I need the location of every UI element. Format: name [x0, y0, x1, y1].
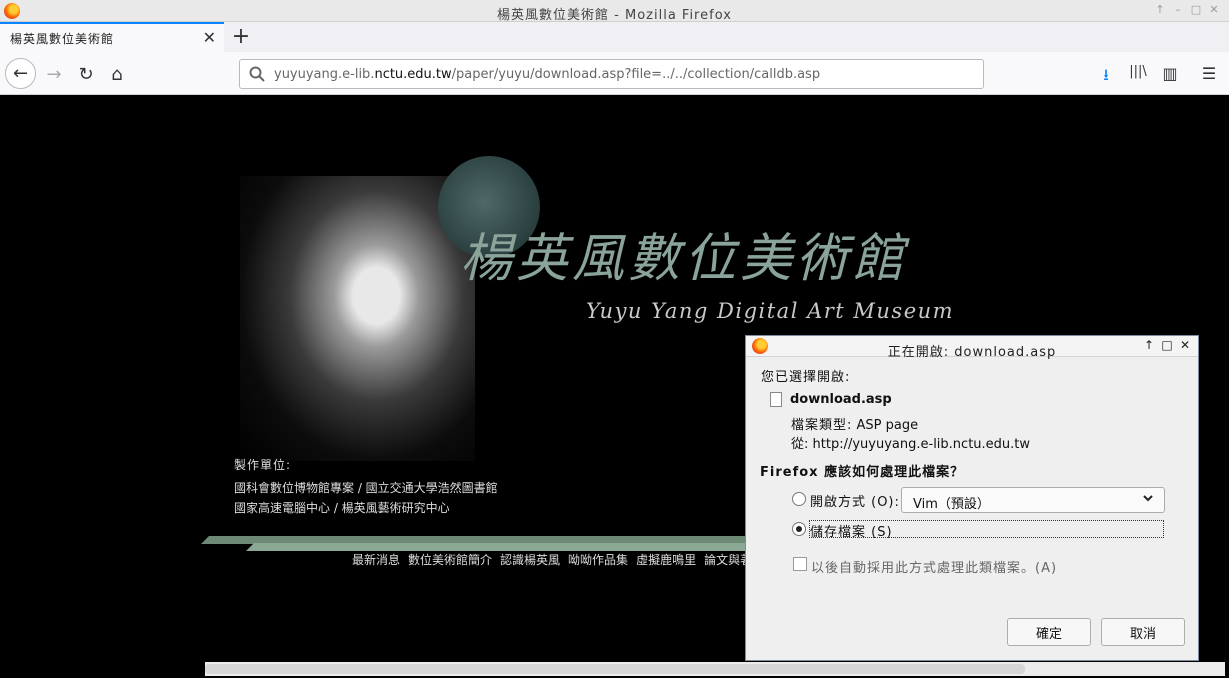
reload-icon: ↻: [78, 63, 94, 85]
forward-button[interactable]: →: [40, 60, 68, 88]
menu-item-about[interactable]: 認識楊英風: [500, 551, 560, 568]
dialog-title: 正在開啟: download.asp: [887, 345, 1057, 360]
calligraphy-logo: 楊英風數位美術館: [460, 229, 909, 289]
window-titlebar: 楊英風數位美術館 - Mozilla Firefox ↑ – □ ✕: [0, 0, 1229, 23]
ok-button[interactable]: 確定: [1007, 618, 1091, 646]
file-icon: [770, 392, 782, 407]
window-title: 楊英風數位美術館 - Mozilla Firefox: [497, 8, 732, 23]
remember-choice-checkbox[interactable]: [793, 557, 807, 571]
home-icon: ⌂: [111, 63, 123, 85]
site-menu: 最新消息 數位美術館簡介 認識楊英風 呦呦作品集 虛擬鹿鳴里 論文與著: [352, 551, 752, 568]
tab-active[interactable]: 楊英風數位美術館 ✕: [0, 22, 224, 52]
downloads-icon[interactable]: ⭳: [1095, 64, 1117, 91]
credit-line: 國科會數位博物館專案 / 國立交通大學浩然圖書館: [234, 481, 498, 495]
save-file-label[interactable]: 儲存檔案 (S): [810, 521, 893, 540]
new-tab-button[interactable]: +: [230, 24, 252, 49]
back-button[interactable]: ←: [5, 58, 36, 89]
navigation-toolbar: ← → ↻ ⌂ yuyuyang.e-lib.nctu.edu.tw/paper…: [0, 52, 1229, 95]
save-file-radio[interactable]: [792, 522, 806, 536]
remember-choice-label[interactable]: 以後自動採用此方式處理此類檔案。(A): [811, 557, 1057, 576]
url-text: yuyuyang.e-lib.nctu.edu.tw/paper/yuyu/do…: [274, 67, 820, 82]
cancel-button[interactable]: 取消: [1101, 618, 1185, 646]
open-with-label[interactable]: 開啟方式 (O):: [810, 491, 900, 510]
dialog-maximize-icon[interactable]: □: [1160, 338, 1174, 352]
credits-label: 製作單位:: [234, 458, 292, 472]
menu-icon[interactable]: ☰: [1198, 64, 1220, 83]
window-close-icon[interactable]: ✕: [1207, 3, 1221, 16]
open-with-app-select[interactable]: Vim（預設）: [901, 487, 1165, 513]
window-minimize-icon[interactable]: –: [1171, 3, 1185, 16]
dialog-close-icon[interactable]: ✕: [1178, 338, 1192, 352]
horizontal-scrollbar-thumb[interactable]: [205, 664, 1025, 674]
file-source-value: http://yuyuyang.e-lib.nctu.edu.tw: [812, 437, 1031, 452]
url-path: /paper/yuyu/download.asp?file=../../coll…: [451, 67, 821, 82]
reload-button[interactable]: ↻: [72, 60, 100, 88]
credit-line: 國家高速電腦中心 / 楊英風藝術研究中心: [234, 501, 450, 515]
arrow-left-icon: ←: [12, 63, 29, 84]
window-maximize-icon[interactable]: □: [1189, 3, 1203, 16]
open-file-dialog: 正在開啟: download.asp ↑ □ ✕ 您已選擇開啟: downloa…: [745, 335, 1199, 661]
url-prefix: yuyuyang.e-lib.: [274, 67, 375, 82]
file-name: download.asp: [790, 392, 892, 407]
chevron-down-icon: [1142, 492, 1154, 508]
file-source-label: 從:: [791, 437, 809, 452]
menu-item-works[interactable]: 呦呦作品集: [568, 551, 628, 568]
search-icon: [248, 65, 266, 87]
home-button[interactable]: ⌂: [103, 60, 131, 88]
tab-close-icon[interactable]: ✕: [203, 28, 216, 47]
url-host: nctu.edu.tw: [374, 67, 452, 82]
dialog-question: Firefox 應該如何處理此檔案？: [760, 465, 965, 480]
menu-item-virtual[interactable]: 虛擬鹿鳴里: [636, 551, 696, 568]
arrow-right-icon: →: [46, 63, 62, 85]
window-raise-icon[interactable]: ↑: [1153, 3, 1167, 16]
file-type-row: 檔案類型: ASP page: [791, 414, 918, 433]
library-icon[interactable]: |||\: [1127, 64, 1149, 79]
menu-item-news[interactable]: 最新消息: [352, 551, 400, 568]
url-bar[interactable]: yuyuyang.e-lib.nctu.edu.tw/paper/yuyu/do…: [239, 59, 984, 89]
open-with-radio[interactable]: [792, 492, 806, 506]
open-with-app-value: Vim（預設）: [913, 497, 990, 512]
museum-title: Yuyu Yang Digital Art Museum: [586, 299, 955, 323]
tab-title: 楊英風數位美術館: [10, 32, 115, 46]
dialog-titlebar: 正在開啟: download.asp ↑ □ ✕: [746, 336, 1198, 360]
file-source-row: 從: http://yuyuyang.e-lib.nctu.edu.tw: [791, 433, 1030, 452]
tab-strip: 楊英風數位美術館 ✕ +: [0, 22, 1229, 52]
menu-item-intro[interactable]: 數位美術館簡介: [408, 551, 492, 568]
file-type-label: 檔案類型:: [791, 418, 853, 433]
file-type-value: ASP page: [856, 418, 919, 433]
dialog-raise-icon[interactable]: ↑: [1142, 338, 1156, 352]
dialog-heading: 您已選擇開啟:: [761, 370, 851, 385]
sidebar-icon[interactable]: ▥: [1159, 64, 1181, 83]
decorative-stripe: [246, 543, 774, 551]
